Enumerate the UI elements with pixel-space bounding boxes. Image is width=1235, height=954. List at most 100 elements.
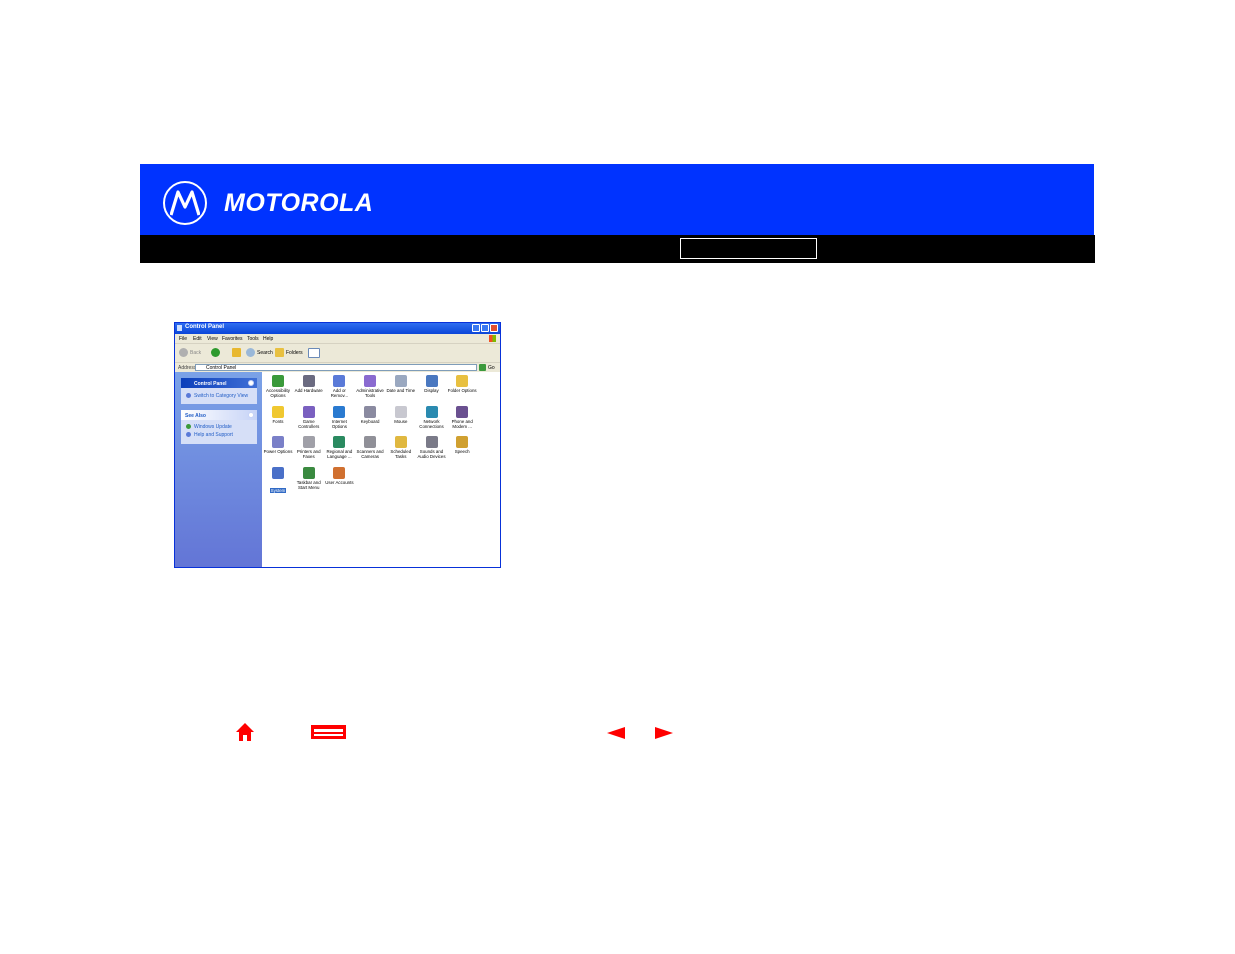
control-panel-window: Control Panel File Edit View Favorites T… <box>174 322 501 568</box>
control-panel-item[interactable]: Add Hardware <box>294 375 324 393</box>
previous-icon[interactable] <box>607 727 625 739</box>
applet-label: Date and Time <box>386 388 416 393</box>
applet-label: Game Controllers <box>298 418 320 429</box>
folders-icon[interactable] <box>275 348 284 357</box>
control-panel-panel: Control Panel Switch to Category View <box>181 378 257 404</box>
home-icon[interactable] <box>235 722 255 742</box>
see-also-header[interactable]: See Also <box>181 410 257 420</box>
back-arrow-icon[interactable] <box>179 348 188 357</box>
up-folder-icon[interactable] <box>232 348 241 357</box>
applet-label: Regional and Language ... <box>326 449 353 459</box>
windows-logo-icon <box>489 335 496 342</box>
close-button[interactable] <box>490 324 498 332</box>
panel-header[interactable]: Control Panel <box>181 378 257 388</box>
applet-icon <box>425 375 438 387</box>
help-icon <box>186 432 191 437</box>
control-panel-item[interactable]: Mouse <box>386 405 416 424</box>
panel-title: Control Panel <box>194 381 227 387</box>
search-icon[interactable] <box>246 348 255 357</box>
control-panel-item[interactable]: Game Controllers <box>294 405 324 429</box>
control-panel-item[interactable]: Fonts <box>263 405 293 424</box>
search-button[interactable]: Search <box>257 350 273 356</box>
window-icon <box>177 325 182 331</box>
applet-label: Phone and Modem ... <box>451 418 473 429</box>
control-panel-item[interactable]: Network Connections <box>417 405 447 429</box>
applet-icon <box>425 436 438 448</box>
applet-icon <box>333 405 346 418</box>
applet-icon <box>456 436 469 448</box>
applet-label: Taskbar and Start Menu <box>296 479 321 490</box>
title-bar <box>140 235 1095 263</box>
applet-label: Mouse <box>394 418 408 424</box>
applet-icon <box>456 405 469 418</box>
go-button[interactable]: Go <box>488 365 495 371</box>
see-also-title: See Also <box>185 413 206 419</box>
applet-label: Display <box>424 388 439 393</box>
applet-icon <box>272 375 284 387</box>
control-panel-item[interactable]: Internet Options <box>324 405 354 429</box>
applet-icon <box>333 466 346 479</box>
address-value: Control Panel <box>206 365 237 371</box>
window-titlebar: Control Panel <box>175 323 500 334</box>
print-icon[interactable] <box>311 725 346 739</box>
control-panel-item[interactable]: Scanners and Cameras <box>355 436 385 459</box>
control-panel-item[interactable]: Sounds and Audio Devices <box>417 436 447 459</box>
menu-tools[interactable]: Tools <box>247 336 259 342</box>
applet-label: User Accounts <box>325 479 354 485</box>
applet-label: Fonts <box>272 418 284 424</box>
views-icon[interactable] <box>308 348 320 358</box>
chevron-up-icon[interactable] <box>248 412 254 418</box>
address-field[interactable]: Control Panel <box>195 364 477 371</box>
folders-button[interactable]: Folders <box>286 350 303 356</box>
applet-icon <box>302 466 315 479</box>
control-panel-item[interactable]: Keyboard <box>355 405 385 424</box>
control-panel-item[interactable]: Display <box>417 375 447 393</box>
control-panel-item[interactable]: User Accounts <box>324 466 354 485</box>
control-panel-item[interactable]: Regional and Language ... <box>324 436 354 459</box>
window-title: Control Panel <box>185 324 225 330</box>
windows-update-link[interactable]: Windows Update <box>194 424 232 430</box>
menu-help[interactable]: Help <box>263 336 273 342</box>
applet-label: Power Options <box>263 449 293 454</box>
go-arrow-icon[interactable] <box>479 364 486 371</box>
menu-bar: File Edit View Favorites Tools Help <box>175 334 500 343</box>
control-panel-item[interactable]: System <box>263 466 293 497</box>
switch-category-view-link[interactable]: Switch to Category View <box>194 393 248 399</box>
applet-icon <box>272 466 284 479</box>
menu-file[interactable]: File <box>179 336 187 342</box>
control-panel-item[interactable]: Date and Time <box>386 375 416 393</box>
applet-icon <box>394 405 407 418</box>
applet-label: Administrative Tools <box>356 388 384 398</box>
menu-favorites[interactable]: Favorites <box>222 336 243 342</box>
control-panel-item[interactable]: Folder Options <box>447 375 477 393</box>
applet-icon <box>364 375 377 387</box>
forward-arrow-icon[interactable] <box>211 348 220 357</box>
chevron-up-icon[interactable] <box>248 380 254 386</box>
applet-icon <box>364 436 377 448</box>
next-icon[interactable] <box>655 727 673 739</box>
control-panel-item[interactable]: Taskbar and Start Menu <box>294 466 324 490</box>
menu-edit[interactable]: Edit <box>193 336 202 342</box>
control-panel-item[interactable]: Accessibility Options <box>263 375 293 398</box>
minimize-button[interactable] <box>472 324 480 332</box>
control-panel-item[interactable]: Scheduled Tasks <box>386 436 416 459</box>
control-panel-item[interactable]: Administrative Tools <box>355 375 385 398</box>
menu-view[interactable]: View <box>207 336 218 342</box>
control-panel-item[interactable]: Printers and Faxes <box>294 436 324 459</box>
back-button[interactable]: Back <box>190 350 201 356</box>
applet-label: Accessibility Options <box>266 388 290 398</box>
control-panel-item[interactable]: Speech <box>447 436 477 454</box>
brand-wordmark: MOTOROLA <box>224 189 374 217</box>
control-panel-item[interactable]: Phone and Modem ... <box>447 405 477 429</box>
windows-update-icon <box>186 424 191 429</box>
applet-icon <box>364 405 377 418</box>
applet-icon <box>302 436 315 448</box>
category-view-icon <box>186 393 191 398</box>
maximize-button[interactable] <box>481 324 489 332</box>
control-panel-item[interactable]: Power Options <box>263 436 293 454</box>
control-panel-item[interactable]: Add or Remov... <box>324 375 354 398</box>
applet-label: Scanners and Cameras <box>356 449 384 459</box>
applet-label: Network Connections <box>419 418 444 429</box>
applet-label: Printers and Faxes <box>296 449 321 459</box>
help-and-support-link[interactable]: Help and Support <box>194 432 233 438</box>
